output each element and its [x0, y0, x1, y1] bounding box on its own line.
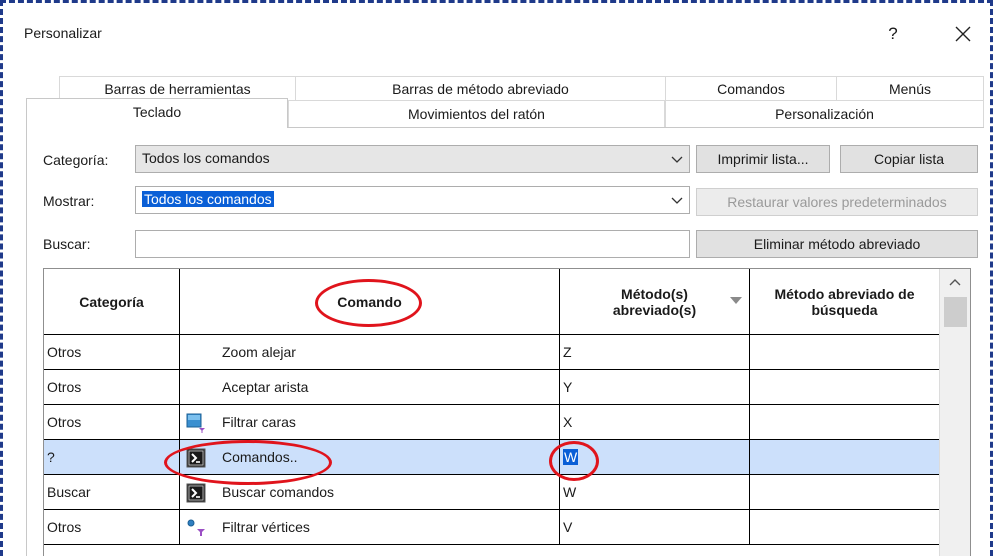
column-header-category[interactable]: Categoría: [44, 269, 180, 335]
cell-command: Filtrar vértices: [180, 510, 560, 545]
copy-list-button[interactable]: Copiar lista: [840, 145, 978, 173]
category-select[interactable]: Todos los comandos: [135, 145, 690, 173]
column-header-shortcut-label: Método(s) abreviado(s): [612, 285, 697, 318]
table-row[interactable]: Otros Zoom alejar Z: [44, 335, 940, 370]
sort-descending-icon: [730, 297, 742, 304]
table-row[interactable]: Otros Filtrar caras X: [44, 405, 940, 440]
cell-search-shortcut[interactable]: [750, 370, 940, 405]
cell-search-shortcut[interactable]: [750, 475, 940, 510]
help-button[interactable]: ?: [878, 19, 908, 49]
command-prompt-icon: [186, 448, 206, 468]
show-select-value: Todos los comandos: [142, 191, 274, 207]
tab-commands[interactable]: Comandos: [665, 76, 836, 100]
search-input[interactable]: [135, 230, 690, 258]
command-label: Buscar comandos: [222, 484, 335, 500]
category-label: Categoría:: [43, 152, 109, 168]
cell-shortcut[interactable]: V: [560, 510, 750, 545]
tab-toolbars[interactable]: Barras de herramientas: [59, 76, 295, 100]
show-label: Mostrar:: [43, 193, 95, 209]
chevron-down-icon: [671, 197, 683, 204]
table-row[interactable]: Buscar Buscar comandos W: [44, 475, 940, 510]
column-header-search-shortcut[interactable]: Método abreviado de búsqueda: [750, 269, 940, 335]
cell-command: Comandos..: [180, 440, 560, 475]
filter-faces-icon: [186, 413, 205, 433]
cell-category: Buscar: [44, 475, 180, 510]
cell-category: Otros: [44, 335, 180, 370]
show-select[interactable]: Todos los comandos: [135, 186, 690, 214]
scroll-up-icon[interactable]: [949, 277, 961, 287]
table-row[interactable]: Otros Filtrar vértices V: [44, 510, 940, 545]
cell-command: Buscar comandos: [180, 475, 560, 510]
cell-category: Otros: [44, 510, 180, 545]
column-header-shortcut[interactable]: Método(s) abreviado(s): [560, 269, 750, 335]
vertical-scrollbar[interactable]: [939, 269, 970, 556]
print-list-button[interactable]: Imprimir lista...: [696, 145, 830, 173]
cell-search-shortcut[interactable]: [750, 440, 940, 475]
cell-command: Zoom alejar: [180, 335, 560, 370]
command-label: Comandos..: [222, 449, 298, 465]
cell-search-shortcut[interactable]: [750, 510, 940, 545]
filter-vertices-icon: [187, 519, 205, 536]
cell-category: ?: [44, 440, 180, 475]
close-icon: [955, 26, 971, 42]
scrollbar-thumb[interactable]: [944, 297, 967, 327]
command-label: Zoom alejar: [222, 344, 296, 360]
tab-mouse-gestures[interactable]: Movimientos del ratón: [288, 100, 665, 128]
column-header-command[interactable]: Comando: [180, 269, 560, 335]
table-row[interactable]: Otros Aceptar arista Y: [44, 370, 940, 405]
cell-shortcut[interactable]: X: [560, 405, 750, 440]
cell-command: Aceptar arista: [180, 370, 560, 405]
cell-shortcut[interactable]: Y: [560, 370, 750, 405]
cell-category: Otros: [44, 370, 180, 405]
cell-command: Filtrar caras: [180, 405, 560, 440]
cell-shortcut[interactable]: Z: [560, 335, 750, 370]
cell-search-shortcut[interactable]: [750, 335, 940, 370]
restore-defaults-button[interactable]: Restaurar valores predeterminados: [696, 188, 978, 216]
command-prompt-icon: [186, 483, 206, 503]
search-label: Buscar:: [43, 236, 91, 252]
command-label: Filtrar vértices: [222, 519, 310, 535]
cell-shortcut[interactable]: W: [560, 440, 750, 475]
cell-search-shortcut[interactable]: [750, 405, 940, 440]
command-label: Filtrar caras: [222, 414, 296, 430]
tab-shortcut-bars[interactable]: Barras de método abreviado: [295, 76, 665, 100]
shortcut-table: Categoría Comando Método(s) abreviado(s)…: [43, 268, 971, 556]
cell-category: Otros: [44, 405, 180, 440]
window-title: Personalizar: [24, 25, 102, 41]
tab-keyboard[interactable]: Teclado: [26, 98, 288, 128]
tab-customization[interactable]: Personalización: [665, 100, 984, 128]
cell-shortcut[interactable]: W: [560, 475, 750, 510]
shortcut-value-selected: W: [563, 449, 579, 465]
remove-shortcut-button[interactable]: Eliminar método abreviado: [696, 230, 978, 258]
table-row-selected[interactable]: ? Comandos.. W: [44, 440, 940, 475]
chevron-down-icon: [671, 156, 683, 163]
close-button[interactable]: [948, 19, 978, 49]
title-bar: Personalizar ?: [4, 3, 989, 59]
command-label: Aceptar arista: [222, 379, 309, 395]
category-select-value: Todos los comandos: [142, 150, 270, 166]
tab-menus[interactable]: Menús: [836, 76, 984, 100]
